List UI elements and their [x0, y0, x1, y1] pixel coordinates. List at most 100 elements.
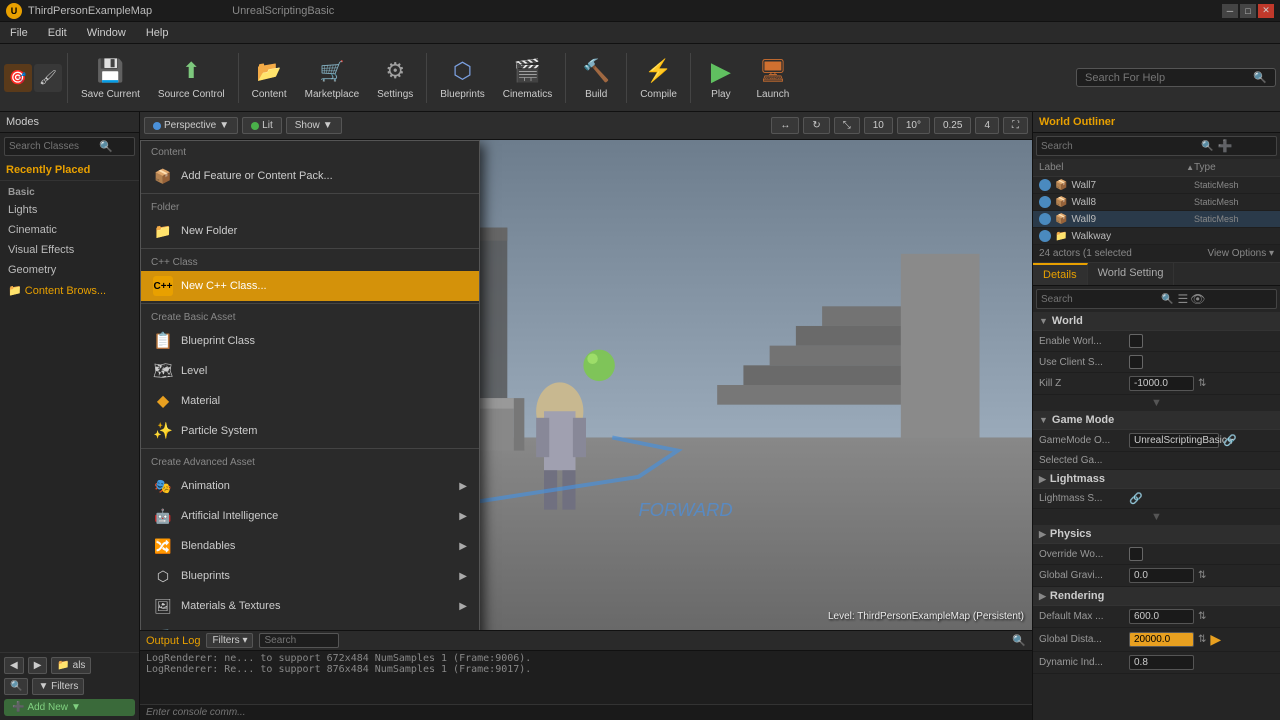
vp-rotate-tool[interactable]: ↻ — [803, 117, 829, 134]
menu-item-help[interactable]: Help — [142, 25, 173, 41]
blueprints-button[interactable]: ⬡ Blueprints — [432, 48, 492, 108]
use-client-checkbox[interactable] — [1129, 355, 1143, 369]
add-new-label: Add New — [27, 702, 68, 713]
kill-z-spin-icon[interactable]: ⇅ — [1198, 378, 1206, 389]
enable-world-checkbox[interactable] — [1129, 334, 1143, 348]
media-item[interactable]: 🎵 Media ▶ — [141, 621, 479, 630]
launch-button[interactable]: 🖥 Launch — [748, 48, 798, 108]
add-feature-item[interactable]: 📦 Add Feature or Content Pack... — [141, 161, 479, 191]
show-dropdown[interactable]: Show ▼ — [286, 117, 342, 134]
row-enable-world: Enable Worl... — [1033, 331, 1280, 352]
details-eye-icon[interactable]: 👁 — [1190, 292, 1205, 306]
nav-folder-button[interactable]: 📁 als — [51, 657, 91, 674]
output-log-search[interactable] — [259, 633, 339, 648]
tab-details[interactable]: Details — [1033, 263, 1088, 285]
play-button[interactable]: ▶ Play — [696, 48, 746, 108]
viewport[interactable]: FORWARD Level: ThirdPersonExampleMap (Pe… — [140, 140, 1032, 630]
content-button[interactable]: 📂 Content — [244, 48, 295, 108]
details-layout-icon[interactable]: ☰ — [1177, 292, 1188, 306]
menu-item-edit[interactable]: Edit — [44, 25, 71, 41]
blueprints-adv-arrow: ▶ — [459, 571, 467, 582]
lightmass-link-icon[interactable]: 🔗 — [1129, 492, 1143, 505]
new-folder-item[interactable]: 📁 New Folder — [141, 216, 479, 246]
vp-camera-speed[interactable]: 4 — [975, 117, 999, 134]
global-dist-input[interactable] — [1129, 632, 1194, 647]
animation-item[interactable]: 🎭 Animation ▶ — [141, 471, 479, 501]
vp-snap-grid[interactable]: 10 — [864, 117, 893, 134]
nav-geometry[interactable]: Geometry — [0, 260, 139, 280]
row-lightmass-s: Lightmass S... 🔗 — [1033, 489, 1280, 509]
global-gravity-input[interactable] — [1129, 568, 1194, 583]
nav-cinematic[interactable]: Cinematic — [0, 220, 139, 240]
close-button[interactable]: ✕ — [1258, 4, 1274, 18]
outliner-row-walkway[interactable]: 📁 Walkway — [1033, 228, 1280, 245]
save-current-button[interactable]: 💾 Save Current — [73, 48, 148, 108]
physics-collapse-icon[interactable]: ▶ — [1039, 529, 1046, 540]
minimize-button[interactable]: ─ — [1222, 4, 1238, 18]
game-mode-dropdown[interactable]: UnrealScriptingBasic ▼ — [1129, 433, 1219, 448]
menu-item-file[interactable]: File — [6, 25, 32, 41]
vp-snap-angle[interactable]: 10° — [897, 117, 930, 134]
details-search-input[interactable] — [1041, 294, 1161, 305]
view-options-btn[interactable]: View Options ▾ — [1207, 248, 1274, 259]
search-help-input[interactable] — [1085, 72, 1253, 84]
blueprint-class-item[interactable]: 📋 Blueprint Class — [141, 326, 479, 356]
lit-dropdown[interactable]: Lit — [242, 117, 282, 134]
nav-forward-button[interactable]: ▶ — [28, 657, 48, 674]
add-new-button[interactable]: ➕ Add New ▼ — [4, 699, 135, 716]
global-dist-spin[interactable]: ⇅ — [1198, 634, 1206, 645]
vp-maximize[interactable]: ⛶ — [1003, 117, 1028, 134]
build-button[interactable]: 🔨 Build — [571, 48, 621, 108]
lightmass-collapse-icon[interactable]: ▶ — [1039, 474, 1046, 485]
rendering-collapse-icon[interactable]: ▶ — [1039, 591, 1046, 602]
mode-paint-button[interactable]: 🖌 — [34, 64, 62, 92]
cinematics-button[interactable]: 🎬 Cinematics — [495, 48, 560, 108]
new-cpp-class-item[interactable]: C++ New C++ Class... — [141, 271, 479, 301]
nav-lights[interactable]: Lights — [0, 200, 139, 220]
marketplace-button[interactable]: 🛒 Marketplace — [297, 48, 367, 108]
mode-placement-button[interactable]: 🎯 — [4, 64, 32, 92]
settings-button[interactable]: ⚙ Settings — [369, 48, 421, 108]
search-classes-input[interactable] — [9, 141, 99, 152]
game-mode-link-icon[interactable]: 🔗 — [1223, 434, 1237, 447]
level-item[interactable]: 🗺 Level — [141, 356, 479, 386]
blueprints-advanced-item[interactable]: ⬡ Blueprints ▶ — [141, 561, 479, 591]
vp-snap-scale[interactable]: 0.25 — [934, 117, 971, 134]
ai-item[interactable]: 🤖 Artificial Intelligence ▶ — [141, 501, 479, 531]
vp-move-tool[interactable]: ↔ — [771, 117, 799, 134]
source-control-button[interactable]: ⬆ Source Control — [150, 48, 233, 108]
compile-button[interactable]: ⚡ Compile — [632, 48, 685, 108]
viewport-type-dropdown[interactable]: Perspective ▼ — [144, 117, 238, 134]
outliner-row-wall7[interactable]: 📦 Wall7 StaticMesh — [1033, 177, 1280, 194]
dynamic-ind-input[interactable] — [1129, 655, 1194, 670]
default-max-spin[interactable]: ⇅ — [1198, 611, 1206, 622]
world-collapse-icon[interactable]: ▼ — [1039, 316, 1048, 326]
cinematics-icon: 🎬 — [511, 55, 543, 87]
default-max-input[interactable] — [1129, 609, 1194, 624]
nav-visual-effects[interactable]: Visual Effects — [0, 240, 139, 260]
blendables-item[interactable]: 🔀 Blendables ▶ — [141, 531, 479, 561]
tab-world-settings[interactable]: World Setting — [1088, 263, 1175, 285]
gravity-spin-icon[interactable]: ⇅ — [1198, 570, 1206, 581]
vp-scale-tool[interactable]: ⤡ — [834, 117, 860, 134]
kill-z-input[interactable] — [1129, 376, 1194, 391]
maximize-button[interactable]: □ — [1240, 4, 1256, 18]
filters-dropdown[interactable]: ▼ Filters — [32, 678, 84, 695]
nav-content-browser[interactable]: 📁 Content Brows... — [0, 280, 139, 301]
materials-textures-item[interactable]: 🖼 Materials & Textures ▶ — [141, 591, 479, 621]
nav-back-button[interactable]: ◀ — [4, 657, 24, 674]
outliner-search-input[interactable] — [1041, 141, 1201, 152]
override-wo-checkbox[interactable] — [1129, 547, 1143, 561]
game-mode-collapse-icon[interactable]: ▼ — [1039, 415, 1048, 425]
particle-system-item[interactable]: ✨ Particle System — [141, 416, 479, 446]
outliner-row-wall8[interactable]: 📦 Wall8 StaticMesh — [1033, 194, 1280, 211]
material-item[interactable]: ◆ Material — [141, 386, 479, 416]
console-input-field[interactable] — [146, 707, 1026, 718]
filter-button[interactable]: 🔍 — [4, 678, 28, 695]
filters-button[interactable]: Filters ▾ — [206, 633, 253, 648]
outliner-add-icon[interactable]: ➕ — [1217, 139, 1232, 153]
menu-item-window[interactable]: Window — [83, 25, 130, 41]
content-icon: 📂 — [253, 55, 285, 87]
search-help-bar[interactable]: 🔍 — [1076, 68, 1276, 87]
outliner-row-wall9[interactable]: 📦 Wall9 StaticMesh — [1033, 211, 1280, 228]
